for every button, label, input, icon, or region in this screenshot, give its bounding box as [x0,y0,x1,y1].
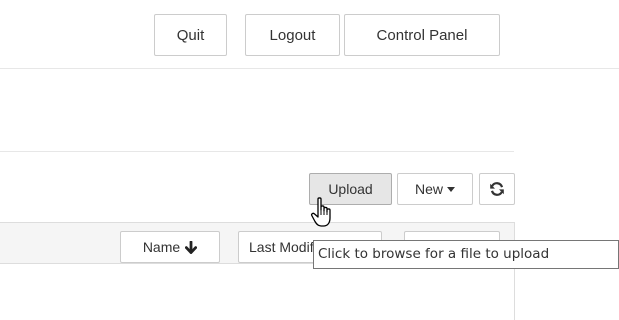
quit-button[interactable]: Quit [154,14,227,56]
name-sort-label: Name [142,239,181,255]
caret-down-icon [447,186,455,192]
arrow-down-icon [185,240,198,254]
tooltip-text: Click to browse for a file to upload [318,246,550,262]
refresh-icon [489,181,505,197]
refresh-button[interactable] [479,173,515,205]
control-panel-button[interactable]: Control Panel [344,14,500,56]
hand-pointer-icon [310,196,336,230]
new-label: New [414,181,443,197]
control-panel-label: Control Panel [376,26,468,44]
upload-label: Upload [328,181,373,197]
section-divider [0,151,514,152]
logout-button[interactable]: Logout [245,14,340,56]
new-dropdown-button[interactable]: New [397,173,473,205]
quit-label: Quit [176,26,205,44]
header-divider [0,68,619,69]
sort-by-name-button[interactable]: Name [120,231,220,263]
file-list-border [514,222,515,320]
upload-tooltip: Click to browse for a file to upload [313,240,619,269]
logout-label: Logout [269,26,316,44]
